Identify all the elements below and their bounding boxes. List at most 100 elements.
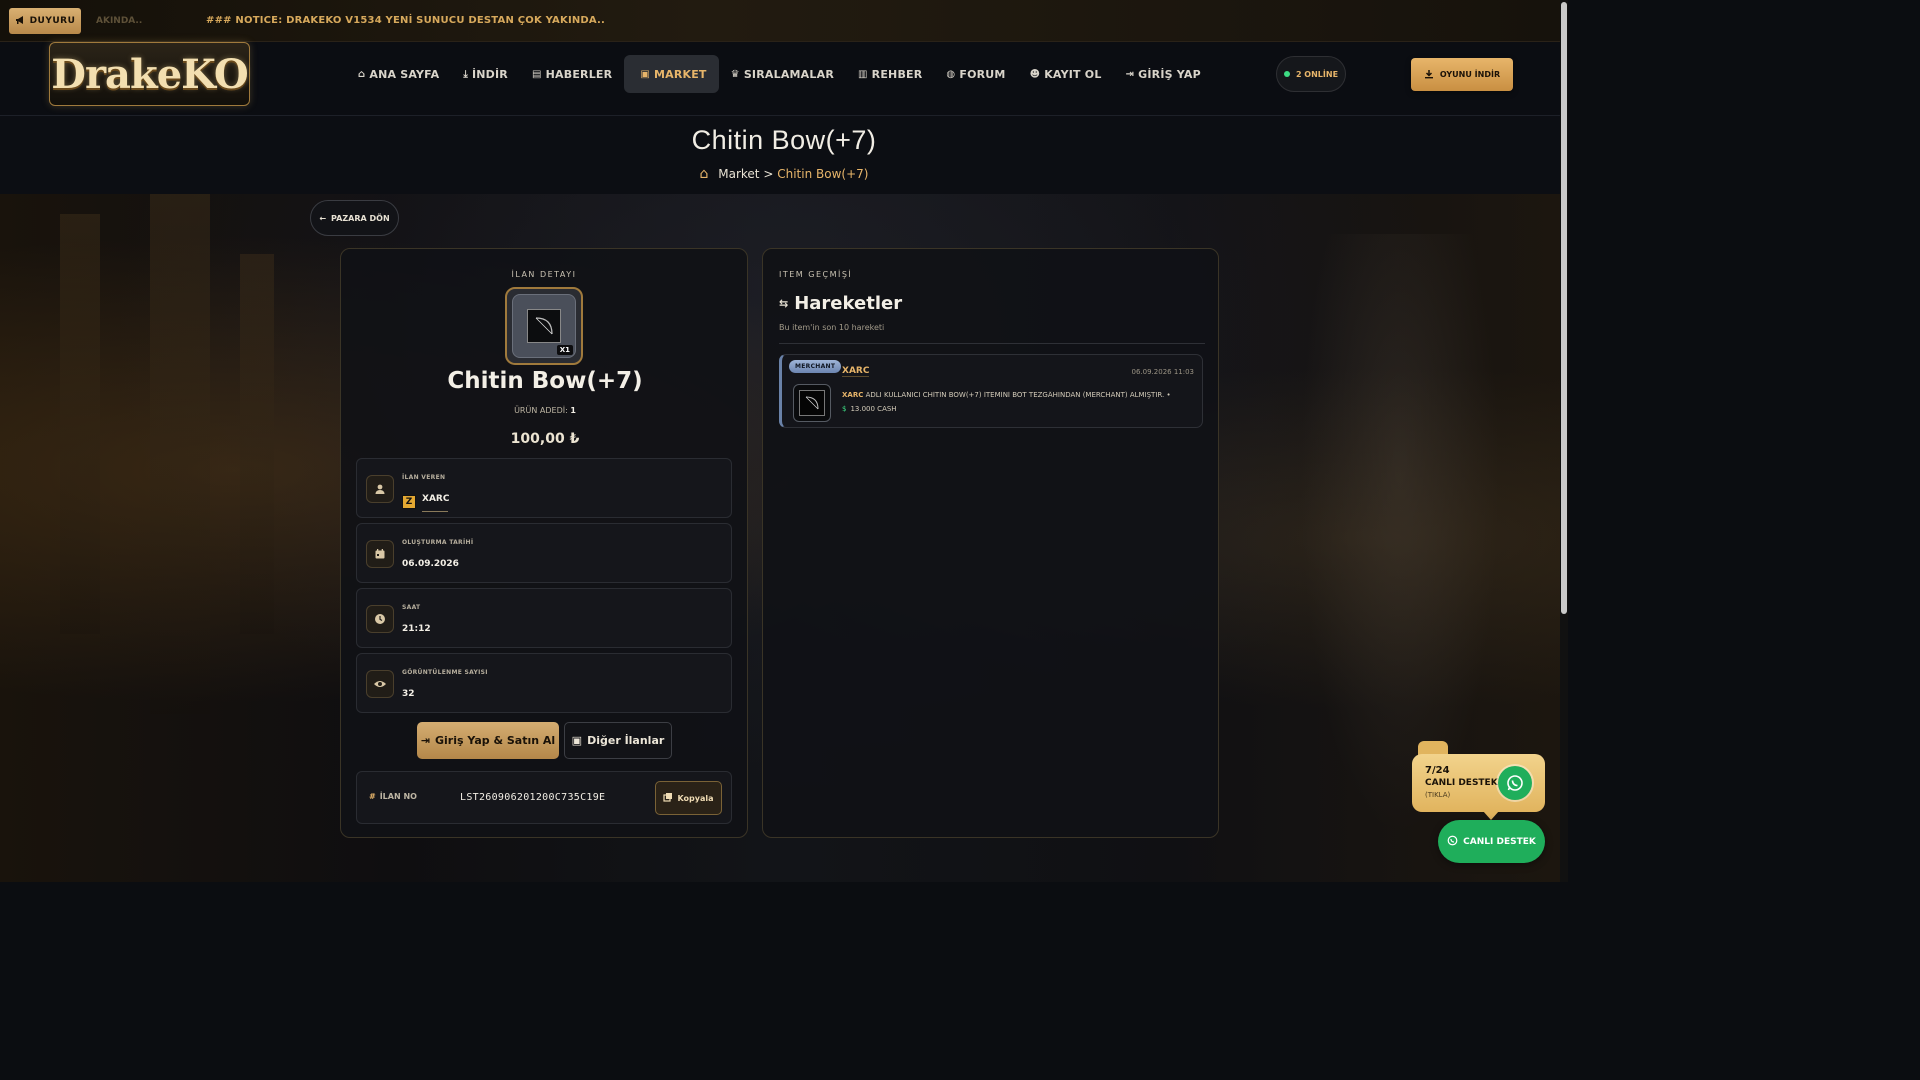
nav-label: HABERLER (545, 67, 613, 81)
site-header: DrakeKO ⌂ ANA SAYFA ⤓ İNDİR ▤ HABERLER ▣… (0, 42, 1568, 116)
nav-item-market[interactable]: ▣ MARKET (624, 55, 719, 93)
sign-in-icon: ⇥ (1125, 68, 1135, 80)
nav-item-ana-sayfa[interactable]: ⌂ ANA SAYFA (346, 55, 451, 93)
book-icon: ▥ (858, 68, 868, 80)
divider (779, 343, 1205, 344)
home-icon[interactable]: ⌂ (700, 166, 709, 182)
store-icon: ▣ (640, 68, 650, 80)
quantity-line: ÜRÜN ADEDİ: 1 (341, 406, 749, 415)
listing-id-value: LST260906201200C735C19E (460, 792, 606, 803)
nav-item-indir[interactable]: ⤓ İNDİR (451, 55, 520, 93)
other-listings-button[interactable]: ▣ Diğer İlanlar (564, 722, 672, 759)
history-entry: MERCHANT XARC 06.09.2026 11:03 XARC ADLI… (779, 354, 1203, 428)
nav-item-haberler[interactable]: ▤ HABERLER (520, 55, 624, 93)
seller-info: İLAN VEREN Z XARC (356, 458, 732, 518)
nav-item-forum[interactable]: ◍ FORUM (934, 55, 1017, 93)
login-and-buy-button[interactable]: ⇥ Giriş Yap & Satın Al (417, 722, 559, 759)
notice-badge-label: DUYURU (29, 16, 76, 26)
online-label: 2 ONLİNE (1295, 69, 1339, 79)
notice-text: ### NOTICE: DRAKEKO V1534 YENİ SUNUCU DE… (206, 15, 606, 26)
history-entry-desc-text: ADLI KULLANICI CHİTİN BOW(+7) İTEMİNİ BO… (865, 391, 1171, 399)
price: 100,00 ₺ (510, 431, 580, 447)
page-title: Chitin Bow(+7) (691, 125, 877, 155)
nav-item-rehber[interactable]: ▥ REHBER (846, 55, 934, 93)
logo-text: DrakeKO (51, 50, 248, 98)
listing-id-label-text: İLAN NO (379, 792, 417, 801)
support-line-3: (TIKLA) (1425, 791, 1451, 799)
user-plus-icon: ☻ (1029, 68, 1041, 80)
exchange-icon: ⇆ (779, 297, 789, 310)
notice-faded-text: AKINDA.. (96, 16, 143, 26)
history-entry-amount-value: 13.000 CASH (850, 405, 897, 413)
nav-label: ANA SAYFA (369, 67, 440, 81)
store-icon: ▣ (571, 734, 583, 747)
online-status-dot (1283, 71, 1290, 77)
whatsapp-icon (1447, 835, 1458, 849)
support-line-2: CANLI DESTEK (1425, 778, 1498, 788)
clock-icon (366, 605, 394, 633)
nav-label: KAYIT OL (1044, 67, 1102, 81)
views-value: 32 (402, 689, 415, 699)
nav-label: FORUM (959, 67, 1006, 81)
history-item-thumb (793, 384, 831, 422)
page-title-band: Chitin Bow(+7) ⌂ Market > Chitin Bow(+7) (0, 116, 1568, 194)
newspaper-icon: ▤ (531, 68, 542, 80)
item-history-card: ITEM GEÇMİŞİ ⇆ Hareketler Bu item'in son… (762, 248, 1219, 838)
scrollbar-thumb[interactable] (1561, 2, 1567, 614)
main-nav: ⌂ ANA SAYFA ⤓ İNDİR ▤ HABERLER ▣ MARKET … (346, 55, 1213, 93)
nav-label: REHBER (871, 67, 923, 81)
nav-item-giris-yap[interactable]: ⇥ GİRİŞ YAP (1114, 55, 1213, 93)
support-line-1: 7/24 (1425, 765, 1450, 776)
time-label: SAAT (402, 604, 421, 611)
nav-item-kayit-ol[interactable]: ☻ KAYIT OL (1018, 55, 1114, 93)
download-game-button[interactable]: OYUNU İNDİR (1411, 58, 1513, 91)
site-logo[interactable]: DrakeKO (49, 42, 250, 106)
history-entry-date: 06.09.2026 11:03 (1131, 368, 1194, 376)
whatsapp-icon[interactable] (1498, 766, 1532, 800)
time-value: 21:12 (402, 624, 431, 634)
views-info: GÖRÜNTÜLENME SAYISI 32 (356, 653, 732, 713)
item-icon-frame: X1 (505, 287, 583, 365)
user-icon (366, 475, 394, 503)
seller-value[interactable]: Z XARC (402, 494, 449, 509)
listing-id-box: # İLAN NO LST260906201200C735C19E Kopyala (356, 771, 732, 824)
nav-label: MARKET (653, 67, 707, 81)
other-button-label: Diğer İlanlar (587, 734, 665, 747)
sign-in-icon: ⇥ (420, 734, 430, 747)
item-name: Chitin Bow(+7) (447, 368, 643, 394)
history-title: ⇆ Hareketler (779, 293, 902, 314)
copy-button[interactable]: Kopyala (655, 781, 722, 815)
breadcrumb-separator: > (763, 167, 774, 181)
download-button-label: OYUNU İNDİR (1439, 70, 1501, 79)
download-icon: ⤓ (463, 68, 468, 80)
nav-item-siralamalar[interactable]: ♛ SIRALAMALAR (719, 55, 846, 93)
calendar-icon (366, 540, 394, 568)
dollar-icon: $ (842, 405, 847, 413)
history-subtitle: Bu item'in son 10 hareketi (779, 323, 885, 332)
item-icon: X1 (512, 294, 576, 358)
seller-label: İLAN VEREN (402, 474, 446, 481)
arrow-left-icon: ← (319, 213, 327, 223)
back-to-market-button[interactable]: ← PAZARA DÖN (310, 200, 399, 236)
nav-label: GİRİŞ YAP (1138, 67, 1201, 81)
breadcrumb-parent[interactable]: Market (718, 167, 759, 181)
trophy-icon: ♛ (730, 68, 740, 80)
seller-underline (422, 511, 448, 512)
copy-icon (663, 792, 673, 804)
live-support-button[interactable]: CANLI DESTEK (1438, 820, 1545, 863)
comments-icon: ◍ (946, 68, 956, 80)
views-label: GÖRÜNTÜLENME SAYISI (402, 669, 488, 676)
buy-button-label: Giriş Yap & Satın Al (435, 734, 556, 747)
history-entry-user[interactable]: XARC (842, 366, 870, 377)
live-support-bubble[interactable]: 7/24 CANLI DESTEK (TIKLA) (1412, 754, 1545, 812)
nav-label: SIRALAMALAR (743, 67, 834, 81)
history-entry-desc-user: XARC (842, 391, 864, 399)
notice-bar: DUYURU AKINDA.. ### NOTICE: DRAKEKO V153… (0, 0, 1568, 42)
online-count-pill: 2 ONLİNE (1276, 56, 1346, 92)
notice-badge[interactable]: DUYURU (9, 8, 81, 34)
history-section-label: ITEM GEÇMİŞİ (779, 270, 853, 279)
bow-icon (799, 390, 825, 416)
listing-id-label: # İLAN NO (369, 792, 417, 801)
quantity-label: ÜRÜN ADEDİ: (514, 406, 568, 415)
support-button-label: CANLI DESTEK (1463, 836, 1536, 847)
